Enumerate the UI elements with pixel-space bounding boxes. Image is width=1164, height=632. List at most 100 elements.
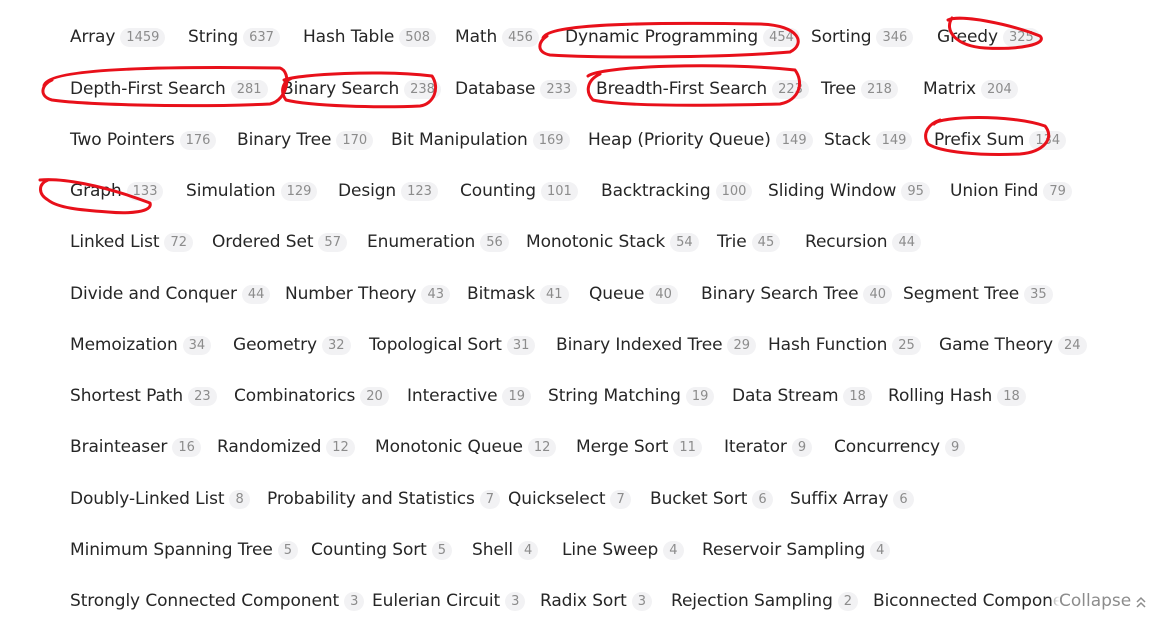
tag-matrix[interactable]: Matrix 204 bbox=[923, 74, 1018, 104]
tag-queue[interactable]: Queue 40 bbox=[589, 279, 678, 309]
tag-trie[interactable]: Trie 45 bbox=[717, 227, 781, 257]
tag-concurrency[interactable]: Concurrency 9 bbox=[834, 432, 966, 462]
tag-shortest-path[interactable]: Shortest Path 23 bbox=[70, 381, 217, 411]
tag-heap-priority-queue[interactable]: Heap (Priority Queue) 149 bbox=[588, 125, 813, 155]
tag-hash-function[interactable]: Hash Function 25 bbox=[768, 330, 921, 360]
tag-interactive[interactable]: Interactive 19 bbox=[407, 381, 532, 411]
tag-array[interactable]: Array 1459 bbox=[70, 22, 166, 52]
tag-depth-first-search[interactable]: Depth-First Search 281 bbox=[70, 74, 268, 104]
tag-minimum-spanning-tree[interactable]: Minimum Spanning Tree 5 bbox=[70, 535, 299, 565]
tag-greedy[interactable]: Greedy 325 bbox=[937, 22, 1040, 52]
tag-rejection-sampling[interactable]: Rejection Sampling 2 bbox=[671, 586, 859, 616]
tag-dynamic-programming[interactable]: Dynamic Programming 454 bbox=[565, 22, 800, 52]
tag-string-matching[interactable]: String Matching 19 bbox=[548, 381, 715, 411]
tag-graph[interactable]: Graph 133 bbox=[70, 176, 164, 206]
tag-counting-sort[interactable]: Counting Sort 5 bbox=[311, 535, 453, 565]
tag-sliding-window[interactable]: Sliding Window 95 bbox=[768, 176, 930, 206]
tag-count-badge: 149 bbox=[775, 130, 813, 150]
tag-strongly-connected-component[interactable]: Strongly Connected Component 3 bbox=[70, 586, 365, 616]
tag-enumeration[interactable]: Enumeration 56 bbox=[367, 227, 509, 257]
tag-quickselect[interactable]: Quickselect 7 bbox=[508, 484, 631, 514]
tag-sorting[interactable]: Sorting 346 bbox=[811, 22, 914, 52]
tag-rolling-hash[interactable]: Rolling Hash 18 bbox=[888, 381, 1026, 411]
tag-database[interactable]: Database 233 bbox=[455, 74, 578, 104]
tag-counting[interactable]: Counting 101 bbox=[460, 176, 578, 206]
tag-name: Biconnected Component bbox=[873, 591, 1081, 611]
tag-count-badge: 43 bbox=[421, 284, 451, 304]
tag-name: Iterator bbox=[724, 437, 787, 457]
tag-randomized[interactable]: Randomized 12 bbox=[217, 432, 355, 462]
tag-bit-manipulation[interactable]: Bit Manipulation 169 bbox=[391, 125, 570, 155]
tag-count-badge: 170 bbox=[336, 130, 374, 150]
tag-shell[interactable]: Shell 4 bbox=[472, 535, 539, 565]
tag-bitmask[interactable]: Bitmask 41 bbox=[467, 279, 569, 309]
tag-count-badge: 24 bbox=[1057, 335, 1087, 355]
tag-name: Database bbox=[455, 79, 536, 99]
tag-merge-sort[interactable]: Merge Sort 11 bbox=[576, 432, 702, 462]
tag-union-find[interactable]: Union Find 79 bbox=[950, 176, 1072, 206]
tag-count-badge: 56 bbox=[480, 232, 509, 252]
tag-monotonic-stack[interactable]: Monotonic Stack 54 bbox=[526, 227, 699, 257]
tag-topological-sort[interactable]: Topological Sort 31 bbox=[369, 330, 536, 360]
collapse-button[interactable]: Collapse bbox=[1052, 586, 1164, 616]
tag-combinatorics[interactable]: Combinatorics 20 bbox=[234, 381, 389, 411]
tag-breadth-first-search[interactable]: Breadth-First Search 223 bbox=[596, 74, 809, 104]
tag-segment-tree[interactable]: Segment Tree 35 bbox=[903, 279, 1053, 309]
tag-reservoir-sampling[interactable]: Reservoir Sampling 4 bbox=[702, 535, 891, 565]
tag-number-theory[interactable]: Number Theory 43 bbox=[285, 279, 451, 309]
tag-count-badge: 218 bbox=[861, 79, 898, 99]
tag-count-badge: 18 bbox=[843, 386, 872, 406]
tag-doubly-linked-list[interactable]: Doubly-Linked List 8 bbox=[70, 484, 250, 514]
tag-radix-sort[interactable]: Radix Sort 3 bbox=[540, 586, 652, 616]
tag-count-badge: 8 bbox=[229, 489, 250, 509]
tag-name: Divide and Conquer bbox=[70, 284, 237, 304]
tag-count-badge: 9 bbox=[791, 437, 813, 457]
tag-binary-search-tree[interactable]: Binary Search Tree 40 bbox=[701, 279, 893, 309]
tag-biconnected-component[interactable]: Biconnected Component bbox=[873, 586, 1081, 616]
tag-hash-table[interactable]: Hash Table 508 bbox=[303, 22, 437, 52]
tag-iterator[interactable]: Iterator 9 bbox=[724, 432, 813, 462]
tag-bucket-sort[interactable]: Bucket Sort 6 bbox=[650, 484, 773, 514]
tag-binary-search[interactable]: Binary Search 238 bbox=[282, 74, 441, 104]
tag-backtracking[interactable]: Backtracking 100 bbox=[601, 176, 753, 206]
tag-binary-indexed-tree[interactable]: Binary Indexed Tree 29 bbox=[556, 330, 757, 360]
tag-brainteaser[interactable]: Brainteaser 16 bbox=[70, 432, 201, 462]
tag-string[interactable]: String 637 bbox=[188, 22, 280, 52]
tag-name: Concurrency bbox=[834, 437, 941, 457]
tag-count-badge: 18 bbox=[997, 386, 1026, 406]
tag-recursion[interactable]: Recursion 44 bbox=[805, 227, 922, 257]
tag-count-badge: 25 bbox=[892, 335, 921, 355]
tag-geometry[interactable]: Geometry 32 bbox=[233, 330, 351, 360]
tag-count-badge: 16 bbox=[172, 437, 201, 457]
tag-name: Breadth-First Search bbox=[596, 79, 768, 99]
tag-name: Shortest Path bbox=[70, 386, 184, 406]
tag-line-sweep[interactable]: Line Sweep 4 bbox=[562, 535, 684, 565]
tag-ordered-set[interactable]: Ordered Set 57 bbox=[212, 227, 347, 257]
tag-eulerian-circuit[interactable]: Eulerian Circuit 3 bbox=[372, 586, 526, 616]
tag-data-stream[interactable]: Data Stream 18 bbox=[732, 381, 872, 411]
tag-name: String bbox=[188, 27, 239, 47]
tag-name: Strongly Connected Component bbox=[70, 591, 340, 611]
tag-count-badge: 41 bbox=[540, 284, 569, 304]
tag-count-badge: 3 bbox=[631, 591, 652, 611]
tag-divide-and-conquer[interactable]: Divide and Conquer 44 bbox=[70, 279, 271, 309]
tag-count-badge: 325 bbox=[1002, 27, 1040, 47]
tag-name: Eulerian Circuit bbox=[372, 591, 501, 611]
tag-count-badge: 508 bbox=[399, 27, 437, 47]
tag-suffix-array[interactable]: Suffix Array 6 bbox=[790, 484, 914, 514]
tag-prefix-sum[interactable]: Prefix Sum 134 bbox=[934, 125, 1067, 155]
tag-probability-and-statistics[interactable]: Probability and Statistics 7 bbox=[267, 484, 501, 514]
tag-design[interactable]: Design 123 bbox=[338, 176, 438, 206]
tag-tree[interactable]: Tree 218 bbox=[821, 74, 898, 104]
tag-game-theory[interactable]: Game Theory 24 bbox=[939, 330, 1087, 360]
tag-row: Strongly Connected Component 3 Eulerian Ci… bbox=[70, 586, 1164, 616]
tag-monotonic-queue[interactable]: Monotonic Queue 12 bbox=[375, 432, 557, 462]
tag-memoization[interactable]: Memoization 34 bbox=[70, 330, 212, 360]
tag-linked-list[interactable]: Linked List 72 bbox=[70, 227, 194, 257]
tag-stack[interactable]: Stack 149 bbox=[824, 125, 913, 155]
tag-math[interactable]: Math 456 bbox=[455, 22, 539, 52]
tag-two-pointers[interactable]: Two Pointers 176 bbox=[70, 125, 217, 155]
tag-binary-tree[interactable]: Binary Tree 170 bbox=[237, 125, 374, 155]
tag-simulation[interactable]: Simulation 129 bbox=[186, 176, 318, 206]
tag-name: Segment Tree bbox=[903, 284, 1020, 304]
